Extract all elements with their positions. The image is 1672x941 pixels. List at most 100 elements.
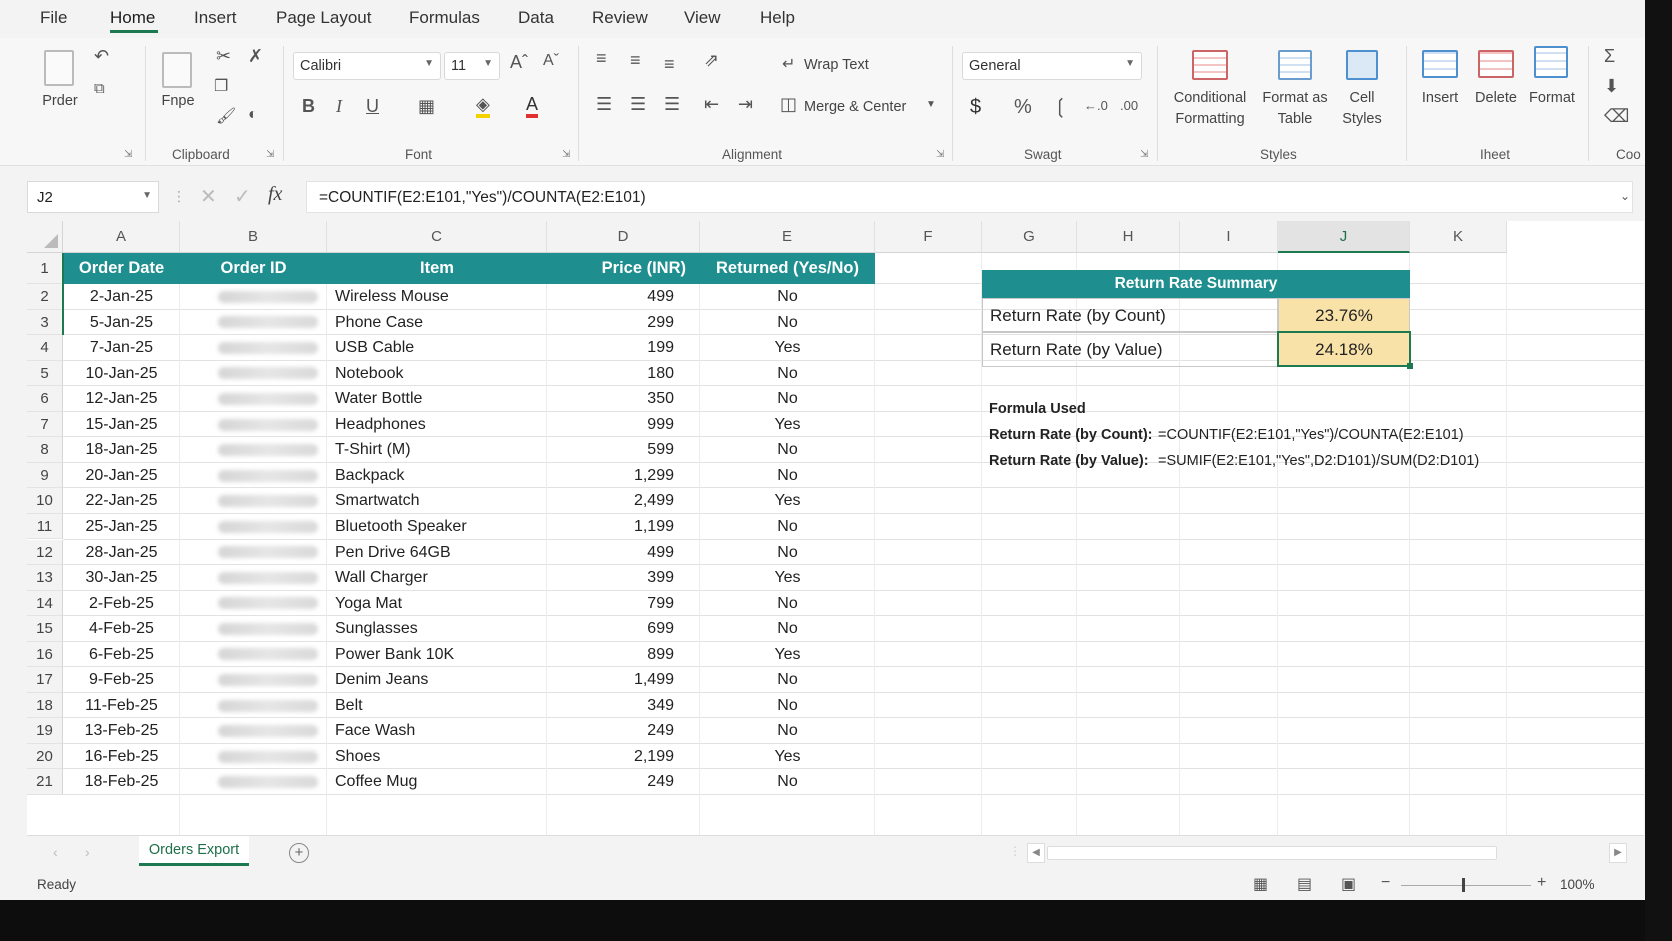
format-as-table-icon[interactable] [1278, 50, 1312, 80]
insert-function-icon[interactable]: fx [268, 183, 282, 206]
table-cell[interactable]: Bluetooth Speaker [327, 514, 547, 540]
row-header[interactable]: 2 [27, 284, 63, 310]
fill-icon[interactable]: ⬇ [1604, 76, 1619, 97]
clear-icon[interactable]: ⌫ [1604, 106, 1629, 127]
row-header[interactable]: 15 [27, 616, 63, 642]
group-launcher-icon[interactable]: ⇲ [124, 149, 132, 160]
table-cell[interactable]: Shoes [327, 744, 547, 770]
table-cell[interactable]: No [700, 667, 875, 693]
insert-button[interactable]: Insert [1418, 88, 1462, 109]
delete-button[interactable]: Delete [1472, 88, 1520, 109]
zoom-out-icon[interactable]: − [1381, 874, 1390, 892]
table-cell[interactable]: No [700, 718, 875, 744]
tab-review[interactable]: Review [592, 8, 648, 28]
comma-style-icon[interactable]: ❲ [1052, 94, 1069, 119]
table-cell[interactable]: 199 [547, 335, 700, 361]
percent-icon[interactable]: % [1014, 96, 1032, 119]
underline-icon[interactable]: U [366, 96, 379, 117]
table-cell[interactable]: No [700, 463, 875, 489]
table-cell[interactable]: USB Cable [327, 335, 547, 361]
table-cell[interactable]: Belt [327, 693, 547, 719]
table-cell[interactable]: Yes [700, 335, 875, 361]
table-cell[interactable]: 599 [547, 437, 700, 463]
column-header-a[interactable]: A [63, 221, 180, 253]
table-header-cell[interactable]: Price (INR) [547, 253, 700, 284]
delete-cells-icon[interactable] [1478, 50, 1514, 78]
summary-title[interactable]: Return Rate Summary [982, 270, 1410, 298]
table-cell[interactable]: 5-Jan-25 [63, 310, 180, 336]
table-cell[interactable]: Sunglasses [327, 616, 547, 642]
font-color-icon[interactable]: A [526, 94, 539, 118]
table-cell[interactable]: 1,199 [547, 514, 700, 540]
row-header[interactable]: 4 [27, 335, 63, 361]
font-launcher-icon[interactable]: ⇲ [562, 149, 570, 160]
decrease-indent-icon[interactable]: ⇤ [704, 94, 719, 115]
tab-view[interactable]: View [684, 8, 721, 28]
tab-help[interactable]: Help [760, 8, 795, 28]
row-header[interactable]: 3 [27, 309, 63, 336]
table-cell[interactable]: 1,499 [547, 667, 700, 693]
align-center-icon[interactable]: ☰ [630, 94, 646, 115]
table-cell[interactable]: 350 [547, 386, 700, 412]
table-cell[interactable]: 6-Feb-25 [63, 642, 180, 668]
prev-sheet-icon[interactable]: ‹ [53, 844, 58, 860]
table-cell[interactable]: Yes [700, 412, 875, 438]
format-as-table-button[interactable]: Format as Table [1258, 88, 1332, 130]
table-cell[interactable]: Phone Case [327, 310, 547, 336]
fill-color-icon[interactable]: ◈ [476, 94, 490, 118]
column-header-e[interactable]: E [700, 221, 875, 253]
table-cell[interactable]: 799 [547, 591, 700, 617]
wrap-text-icon[interactable]: ↵ [782, 54, 795, 74]
table-cell[interactable]: 13-Feb-25 [63, 718, 180, 744]
table-cell[interactable]: Face Wash [327, 718, 547, 744]
table-cell[interactable]: 349 [547, 693, 700, 719]
table-cell[interactable]: 2,499 [547, 488, 700, 514]
row-header[interactable]: 10 [27, 488, 63, 514]
table-header-cell[interactable]: Returned (Yes/No) [700, 253, 875, 284]
table-cell[interactable]: No [700, 693, 875, 719]
summary-count-value[interactable]: 23.76% [1278, 298, 1410, 332]
table-cell[interactable]: 22-Jan-25 [63, 488, 180, 514]
table-cell[interactable]: Coffee Mug [327, 769, 547, 795]
table-cell[interactable]: 7-Jan-25 [63, 335, 180, 361]
table-cell[interactable]: Denim Jeans [327, 667, 547, 693]
table-cell[interactable]: Backpack [327, 463, 547, 489]
tab-file[interactable]: File [40, 8, 67, 28]
clipboard-paste-icon[interactable] [162, 52, 192, 88]
zoom-level[interactable]: 100% [1560, 877, 1595, 892]
cell-styles-button[interactable]: Cell Styles [1330, 88, 1394, 130]
number-format-select[interactable]: General ▼ [962, 52, 1142, 80]
column-header-j[interactable]: J [1278, 221, 1410, 253]
fill-handle[interactable] [1407, 363, 1413, 369]
table-cell[interactable]: Yes [700, 642, 875, 668]
font-size-select[interactable]: 11 ▼ [444, 52, 500, 80]
format-painter-icon[interactable]: 🖌 [216, 106, 236, 126]
row-header[interactable]: 9 [27, 462, 63, 489]
align-top-icon[interactable]: ≡ [596, 48, 607, 69]
wrap-text-button[interactable]: Wrap Text [804, 55, 869, 76]
expand-formula-icon[interactable]: ⌄ [1620, 189, 1630, 203]
clipboard-extra-icon[interactable]: ◐ [248, 106, 258, 124]
format-cells-icon[interactable] [1534, 46, 1568, 78]
add-sheet-icon[interactable]: + [289, 843, 309, 863]
tab-data[interactable]: Data [518, 8, 554, 28]
zoom-slider-thumb[interactable] [1462, 878, 1465, 892]
tab-splitter-icon[interactable]: ⋮ [1009, 844, 1021, 858]
align-bottom-icon[interactable]: ≡ [664, 54, 675, 75]
row-header[interactable]: 7 [27, 411, 63, 438]
table-cell[interactable]: No [700, 386, 875, 412]
column-header-c[interactable]: C [327, 221, 547, 253]
chevron-down-icon[interactable]: ▼ [926, 99, 936, 110]
font-name-select[interactable]: Calibri ▼ [293, 52, 441, 80]
table-header-cell[interactable]: Order Date [63, 253, 180, 284]
table-cell[interactable]: Yes [700, 565, 875, 591]
decrease-font-icon[interactable]: Aˇ [543, 52, 559, 70]
currency-icon[interactable]: $ [970, 96, 981, 119]
copy-icon[interactable]: ❐ [214, 76, 228, 96]
scroll-left-icon[interactable]: ◀ [1027, 843, 1045, 863]
table-cell[interactable]: Yes [700, 488, 875, 514]
row-header[interactable]: 20 [27, 743, 63, 770]
row-header[interactable]: 13 [27, 565, 63, 591]
table-cell[interactable]: No [700, 361, 875, 387]
row-header[interactable]: 18 [27, 692, 63, 719]
